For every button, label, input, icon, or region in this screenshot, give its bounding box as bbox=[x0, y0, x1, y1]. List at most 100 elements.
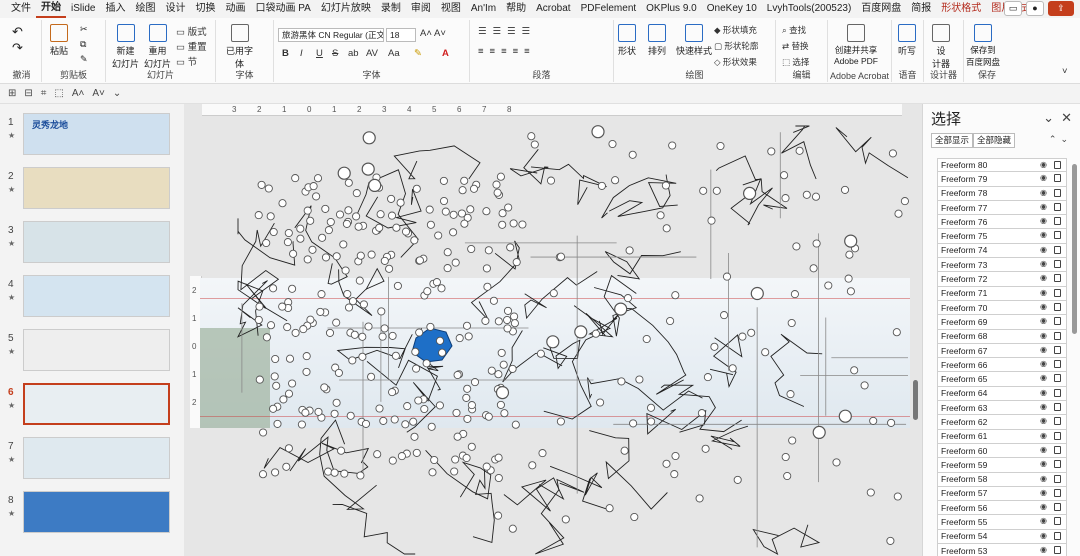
selection-handle[interactable] bbox=[271, 468, 280, 477]
selection-handle[interactable] bbox=[728, 364, 737, 373]
selection-handle[interactable] bbox=[481, 316, 490, 325]
selection-handle[interactable] bbox=[435, 401, 444, 410]
selection-handle[interactable] bbox=[812, 239, 821, 248]
selection-handle[interactable] bbox=[462, 393, 471, 402]
selection-handle[interactable] bbox=[388, 456, 397, 465]
selection-handle[interactable] bbox=[270, 372, 279, 381]
lock-icon[interactable] bbox=[1054, 388, 1061, 397]
selection-handle[interactable] bbox=[297, 420, 306, 429]
selection-handle[interactable] bbox=[630, 512, 639, 522]
selection-list-item[interactable]: Freeform 79 ◉ bbox=[937, 172, 1067, 187]
selection-handle[interactable] bbox=[303, 206, 312, 215]
eye-icon[interactable]: ◉ bbox=[1040, 331, 1047, 340]
eye-icon[interactable]: ◉ bbox=[1040, 502, 1047, 511]
selection-handle[interactable] bbox=[460, 219, 469, 228]
selection-handle[interactable] bbox=[415, 328, 424, 337]
lock-icon[interactable] bbox=[1054, 417, 1061, 426]
underline-button[interactable]: U bbox=[316, 48, 323, 59]
selection-handle[interactable] bbox=[787, 318, 796, 328]
selection-handle[interactable] bbox=[335, 210, 345, 219]
selection-handle[interactable] bbox=[403, 402, 412, 411]
selection-handle[interactable] bbox=[469, 184, 479, 193]
selection-list-item[interactable]: Freeform 78 ◉ bbox=[937, 186, 1067, 201]
selection-handle[interactable] bbox=[549, 289, 558, 298]
selection-handle[interactable] bbox=[412, 448, 421, 457]
selection-handle[interactable] bbox=[279, 395, 288, 404]
selection-handle[interactable] bbox=[608, 139, 617, 149]
selection-handle[interactable] bbox=[761, 348, 770, 357]
lock-icon[interactable] bbox=[1054, 517, 1061, 526]
selection-handle[interactable] bbox=[781, 452, 790, 462]
close-icon[interactable]: ✕ bbox=[1061, 110, 1072, 126]
selection-handle[interactable] bbox=[410, 236, 419, 245]
lock-icon[interactable] bbox=[1054, 374, 1061, 383]
selection-handle[interactable] bbox=[254, 315, 263, 324]
selection-handle[interactable] bbox=[255, 302, 264, 311]
selection-list-item[interactable]: Freeform 80 ◉ bbox=[937, 158, 1067, 173]
selection-handle[interactable] bbox=[492, 180, 501, 189]
selection-handle[interactable] bbox=[462, 453, 471, 463]
selection-handle[interactable] bbox=[308, 245, 317, 254]
menu-tab-10[interactable]: 录制 bbox=[376, 0, 406, 18]
selection-handle[interactable] bbox=[387, 211, 397, 220]
selection-handle[interactable] bbox=[738, 332, 747, 341]
selection-handle[interactable] bbox=[783, 471, 792, 481]
selection-handle[interactable] bbox=[887, 418, 896, 427]
eye-icon[interactable]: ◉ bbox=[1040, 316, 1047, 325]
selection-list-item[interactable]: Freeform 61 ◉ bbox=[937, 429, 1067, 444]
rotate-handle-icon[interactable] bbox=[337, 166, 351, 180]
selection-handle[interactable] bbox=[556, 252, 566, 261]
selection-handle[interactable] bbox=[464, 332, 473, 341]
selection-handle[interactable] bbox=[439, 176, 448, 185]
selection-handle[interactable] bbox=[359, 300, 368, 309]
selection-handle[interactable] bbox=[647, 417, 656, 426]
designer-button[interactable]: 设 计器 bbox=[932, 24, 950, 70]
selection-handle[interactable] bbox=[284, 389, 294, 398]
selection-handle[interactable] bbox=[273, 419, 282, 428]
selection-handle[interactable] bbox=[401, 227, 411, 236]
case-button[interactable]: Aa bbox=[388, 48, 400, 59]
selection-handle[interactable] bbox=[508, 524, 517, 533]
save-cloud-button[interactable]: 保存到 百度网盘 bbox=[966, 24, 1000, 68]
selection-handle[interactable] bbox=[288, 284, 297, 293]
reuse-slide-button[interactable]: 重用 幻灯片 bbox=[144, 24, 171, 70]
lock-icon[interactable] bbox=[1054, 217, 1061, 226]
selection-handle[interactable] bbox=[866, 488, 875, 497]
align-icons[interactable]: ≡≡≡≡≡ bbox=[478, 46, 536, 57]
menu-tab-14[interactable]: 帮助 bbox=[501, 0, 531, 18]
selection-handle[interactable] bbox=[850, 366, 859, 375]
selection-handle[interactable] bbox=[391, 351, 400, 360]
selection-handle[interactable] bbox=[538, 449, 547, 458]
selection-handle[interactable] bbox=[460, 176, 469, 185]
eye-icon[interactable]: ◉ bbox=[1040, 531, 1047, 540]
selection-handle[interactable] bbox=[620, 446, 629, 455]
selection-handle[interactable] bbox=[780, 171, 789, 180]
replace-button[interactable]: ⇄ 替换 bbox=[782, 40, 809, 52]
selection-handle[interactable] bbox=[352, 212, 361, 221]
selection-handle[interactable] bbox=[506, 243, 515, 252]
quick-styles-button[interactable]: 快速样式 bbox=[676, 24, 712, 57]
selection-handle[interactable] bbox=[271, 354, 280, 364]
selection-handle[interactable] bbox=[426, 220, 435, 229]
eye-icon[interactable]: ◉ bbox=[1040, 245, 1047, 254]
selection-handle[interactable] bbox=[504, 203, 513, 212]
selection-handle[interactable] bbox=[385, 264, 394, 273]
selection-handle[interactable] bbox=[894, 209, 903, 218]
selection-handle[interactable] bbox=[662, 224, 671, 233]
selection-handle[interactable] bbox=[291, 328, 300, 337]
show-all-button[interactable]: 全部显示 bbox=[931, 133, 974, 148]
selection-handle[interactable] bbox=[343, 289, 352, 299]
selection-handle[interactable] bbox=[497, 348, 506, 357]
selection-handle[interactable] bbox=[332, 398, 341, 407]
selection-handle[interactable] bbox=[401, 420, 410, 429]
selection-handle[interactable] bbox=[342, 219, 351, 228]
selection-handle[interactable] bbox=[482, 462, 491, 471]
lock-icon[interactable] bbox=[1054, 174, 1061, 183]
selection-handle[interactable] bbox=[697, 409, 706, 418]
menu-tab-18[interactable]: OneKey 10 bbox=[702, 0, 762, 18]
selection-handle[interactable] bbox=[269, 227, 278, 237]
selection-handle[interactable] bbox=[358, 332, 367, 341]
selection-handle[interactable] bbox=[312, 192, 321, 201]
selection-handle[interactable] bbox=[387, 194, 396, 203]
selection-handle[interactable] bbox=[824, 281, 833, 290]
